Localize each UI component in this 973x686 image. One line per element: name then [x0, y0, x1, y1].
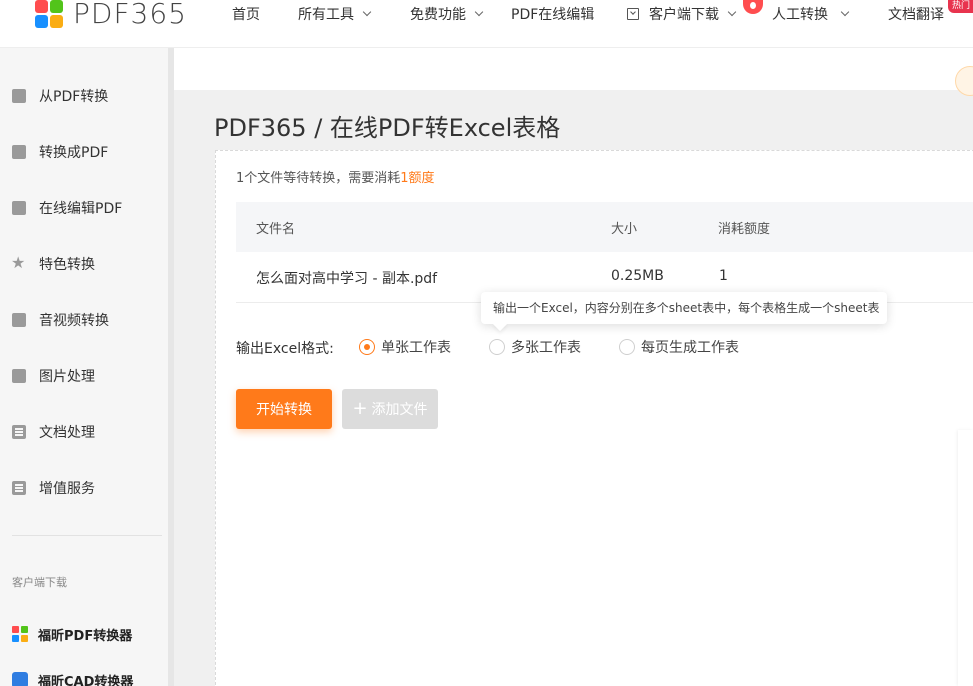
add-file-label: 添加文件 — [371, 402, 428, 418]
sidebar-item-av[interactable]: 音视频转换 — [12, 310, 109, 330]
app-foxit-cad[interactable]: 福昕CAD转换器 — [12, 670, 133, 686]
nav-all-tools[interactable]: 所有工具 — [298, 0, 372, 28]
download-icon — [627, 8, 639, 20]
sidebar-item-label: 在线编辑PDF — [39, 201, 123, 217]
sidebar-item-value-added[interactable]: 增值服务 — [12, 478, 95, 498]
logo[interactable]: PDF365 — [35, 0, 187, 28]
sidebar-item-label: 图片处理 — [39, 369, 95, 385]
sidebar-item-online-edit[interactable]: 在线编辑PDF — [12, 198, 122, 218]
logo-mark-icon — [35, 0, 63, 28]
chevron-down-icon — [474, 7, 484, 17]
col-header-size: 大小 — [611, 222, 638, 237]
nav-online-edit-label: PDF在线编辑 — [511, 7, 595, 23]
pending-text: 1个文件等待转换，需要消耗 — [236, 171, 401, 186]
logo-text: PDF365 — [73, 0, 187, 30]
sidebar-item-label: 从PDF转换 — [39, 89, 109, 105]
radio-checked-icon — [359, 339, 375, 355]
file-out-icon — [12, 89, 26, 103]
col-header-cost: 消耗额度 — [718, 222, 771, 237]
file-size-cell: 0.25MB — [611, 268, 664, 284]
nav-free[interactable]: 免费功能 — [410, 0, 484, 28]
table-header — [236, 202, 973, 252]
col-header-filename: 文件名 — [256, 222, 296, 237]
document-icon — [12, 425, 26, 439]
radio-label: 多张工作表 — [511, 340, 581, 356]
sidebar-item-label: 文档处理 — [39, 425, 95, 441]
nav-home[interactable]: 首页 — [232, 0, 260, 28]
nav-client-download-label: 客户端下载 — [649, 7, 719, 23]
nav-manual-label: 人工转换 — [772, 7, 828, 23]
edit-icon — [12, 201, 26, 215]
nav-manual[interactable]: 人工转换 — [772, 0, 850, 28]
sidebar-item-label: 特色转换 — [39, 257, 95, 273]
nav-translate[interactable]: 文档翻译 — [888, 0, 944, 28]
file-in-icon — [12, 145, 26, 159]
start-convert-button[interactable]: 开始转换 — [236, 389, 332, 429]
video-icon — [12, 313, 26, 327]
plus-icon: + — [352, 398, 368, 419]
chevron-down-icon — [362, 7, 372, 17]
app-label: 福昕PDF转换器 — [38, 628, 133, 644]
nav-translate-label: 文档翻译 — [888, 7, 944, 23]
radio-label: 单张工作表 — [381, 340, 451, 356]
top-navbar: PDF365 首页 所有工具 免费功能 PDF在线编辑 客户端下载 人工转换 文… — [0, 0, 973, 48]
nav-all-tools-label: 所有工具 — [298, 7, 354, 23]
radio-unchecked-icon — [489, 339, 505, 355]
list-icon — [12, 481, 26, 495]
file-name-cell: 怎么面对高中学习 - 副本.pdf — [256, 271, 438, 287]
app-foxit-pdf[interactable]: 福昕PDF转换器 — [12, 624, 132, 644]
sidebar-separator — [12, 535, 162, 536]
pending-info: 1个文件等待转换，需要消耗1额度 — [236, 167, 435, 186]
sidebar-item-special[interactable]: 特色转换 — [11, 253, 95, 274]
radio-unchecked-icon — [619, 339, 635, 355]
sidebar-item-label: 增值服务 — [39, 481, 95, 497]
side-float-panel[interactable] — [958, 430, 973, 686]
image-icon — [12, 369, 26, 383]
format-label: 输出Excel格式: — [236, 341, 334, 357]
nav-home-label: 首页 — [232, 7, 260, 23]
star-icon — [11, 253, 26, 272]
chevron-down-icon — [840, 7, 850, 17]
sidebar-item-document[interactable]: 文档处理 — [12, 422, 95, 442]
radio-multi-sheet[interactable]: 多张工作表 — [489, 338, 581, 356]
nav-free-label: 免费功能 — [410, 7, 466, 23]
radio-single-sheet[interactable]: 单张工作表 — [359, 338, 451, 356]
format-tooltip: 输出一个Excel，内容分别在多个sheet表中，每个表格生成一个sheet表 — [481, 292, 887, 324]
sidebar-item-image[interactable]: 图片处理 — [12, 366, 95, 386]
sidebar-item-label: 音视频转换 — [39, 313, 109, 329]
app-label: 福昕CAD转换器 — [38, 674, 134, 686]
chevron-down-icon — [727, 7, 737, 17]
foxit-cad-icon — [12, 672, 28, 686]
radio-label: 每页生成工作表 — [641, 340, 739, 356]
file-cost-cell: 1 — [719, 268, 728, 284]
sidebar-caption: 客户端下载 — [12, 576, 67, 589]
sidebar-item-from-pdf[interactable]: 从PDF转换 — [12, 86, 108, 106]
pending-cost: 1额度 — [400, 171, 435, 186]
nav-online-edit[interactable]: PDF在线编辑 — [511, 0, 594, 28]
add-file-button[interactable]: + 添加文件 — [342, 389, 438, 429]
fire-icon — [743, 0, 763, 14]
foxit-pdf-icon — [12, 626, 28, 642]
radio-per-page-sheet[interactable]: 每页生成工作表 — [619, 338, 739, 356]
page-title: PDF365 / 在线PDF转Excel表格 — [214, 114, 561, 142]
sidebar-item-label: 转换成PDF — [39, 145, 109, 161]
sidebar-item-to-pdf[interactable]: 转换成PDF — [12, 142, 108, 162]
nav-client-download[interactable]: 客户端下载 — [627, 0, 737, 28]
hot-badge: 热门 — [948, 0, 973, 13]
